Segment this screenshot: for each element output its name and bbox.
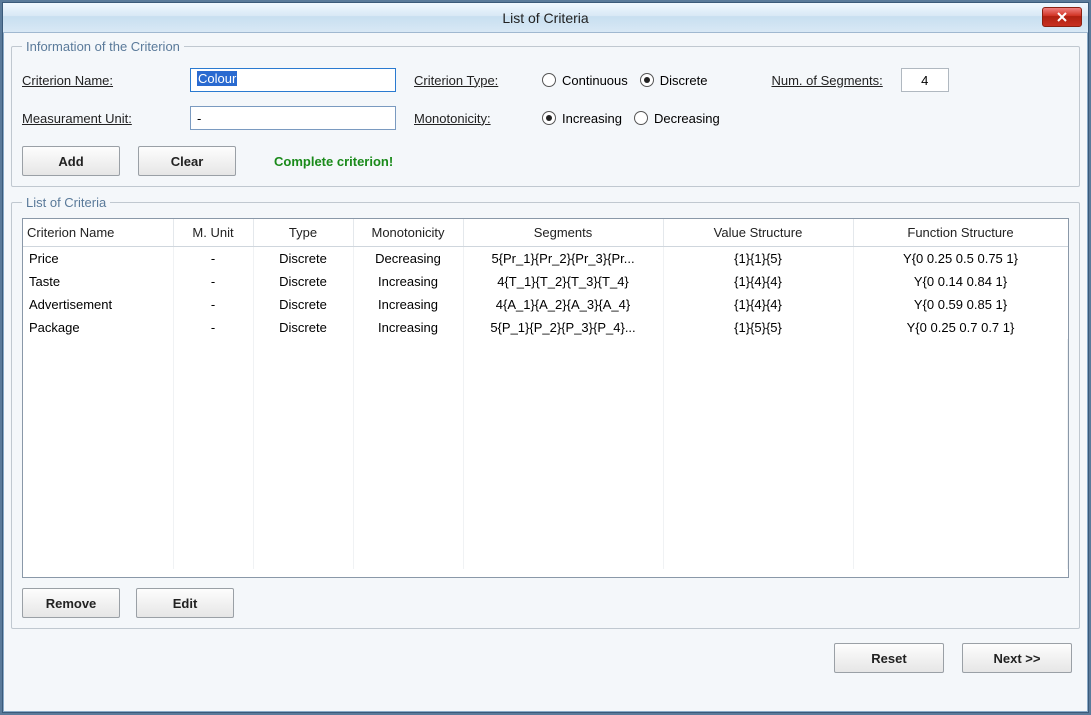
criterion-type-label: Criterion Type: [414, 73, 524, 88]
table-row-empty [23, 339, 1068, 362]
reset-button[interactable]: Reset [834, 643, 944, 673]
cell-mono: Increasing [353, 270, 463, 293]
radio-continuous-label: Continuous [562, 73, 628, 88]
table-row[interactable]: Taste-DiscreteIncreasing4{T_1}{T_2}{T_3}… [23, 270, 1068, 293]
cell-val: {1}{1}{5} [663, 247, 853, 271]
table-row-empty [23, 431, 1068, 454]
radio-discrete-label: Discrete [660, 73, 708, 88]
cell-func: Y{0 0.59 0.85 1} [853, 293, 1068, 316]
table-row-empty [23, 362, 1068, 385]
cell-unit: - [173, 247, 253, 271]
next-button[interactable]: Next >> [962, 643, 1072, 673]
close-icon [1057, 10, 1067, 25]
col-header-func[interactable]: Function Structure [853, 219, 1068, 247]
cell-name: Taste [23, 270, 173, 293]
cell-type: Discrete [253, 316, 353, 339]
criteria-table[interactable]: Criterion Name M. Unit Type Monotonicity… [23, 219, 1068, 569]
criterion-type-radios: Continuous Discrete [542, 73, 713, 88]
cell-unit: - [173, 270, 253, 293]
num-segments-field[interactable] [901, 68, 949, 92]
cell-unit: - [173, 293, 253, 316]
table-row[interactable]: Package-DiscreteIncreasing5{P_1}{P_2}{P_… [23, 316, 1068, 339]
list-legend: List of Criteria [22, 195, 110, 210]
cell-func: Y{0 0.25 0.5 0.75 1} [853, 247, 1068, 271]
clear-button[interactable]: Clear [138, 146, 236, 176]
radio-circle-icon [634, 111, 648, 125]
col-header-val[interactable]: Value Structure [663, 219, 853, 247]
table-row-empty [23, 546, 1068, 569]
col-header-unit[interactable]: M. Unit [173, 219, 253, 247]
monotonicity-radios: Increasing Decreasing [542, 111, 726, 126]
radio-decreasing[interactable]: Decreasing [634, 111, 720, 126]
cell-mono: Increasing [353, 293, 463, 316]
cell-mono: Increasing [353, 316, 463, 339]
criterion-name-label: Criterion Name: [22, 73, 172, 88]
info-legend: Information of the Criterion [22, 39, 184, 54]
col-header-type[interactable]: Type [253, 219, 353, 247]
status-text: Complete criterion! [274, 154, 393, 169]
cell-val: {1}{4}{4} [663, 293, 853, 316]
radio-circle-icon [542, 73, 556, 87]
radio-increasing-label: Increasing [562, 111, 622, 126]
edit-button[interactable]: Edit [136, 588, 234, 618]
table-row-empty [23, 500, 1068, 523]
criteria-table-wrap: Criterion Name M. Unit Type Monotonicity… [22, 218, 1069, 578]
measurement-unit-field[interactable] [190, 106, 396, 130]
col-header-seg[interactable]: Segments [463, 219, 663, 247]
cell-name: Price [23, 247, 173, 271]
criterion-name-value: Colour [197, 71, 237, 86]
col-header-mono[interactable]: Monotonicity [353, 219, 463, 247]
cell-seg: 5{P_1}{P_2}{P_3}{P_4}... [463, 316, 663, 339]
radio-discrete[interactable]: Discrete [640, 73, 708, 88]
cell-type: Discrete [253, 247, 353, 271]
add-button[interactable]: Add [22, 146, 120, 176]
cell-func: Y{0 0.25 0.7 0.7 1} [853, 316, 1068, 339]
table-row-empty [23, 477, 1068, 500]
radio-increasing[interactable]: Increasing [542, 111, 622, 126]
cell-seg: 4{T_1}{T_2}{T_3}{T_4} [463, 270, 663, 293]
cell-mono: Decreasing [353, 247, 463, 271]
list-groupbox: List of Criteria Criterion Name M. Unit … [11, 195, 1080, 629]
cell-val: {1}{5}{5} [663, 316, 853, 339]
footer-buttons: Reset Next >> [11, 637, 1080, 673]
cell-name: Advertisement [23, 293, 173, 316]
criterion-name-field[interactable]: Colour [190, 68, 396, 92]
close-button[interactable] [1042, 7, 1082, 27]
cell-val: {1}{4}{4} [663, 270, 853, 293]
measurement-unit-label: Measurament Unit: [22, 111, 172, 126]
cell-seg: 4{A_1}{A_2}{A_3}{A_4} [463, 293, 663, 316]
col-header-name[interactable]: Criterion Name [23, 219, 173, 247]
table-row[interactable]: Advertisement-DiscreteIncreasing4{A_1}{A… [23, 293, 1068, 316]
cell-seg: 5{Pr_1}{Pr_2}{Pr_3}{Pr... [463, 247, 663, 271]
radio-circle-icon [640, 73, 654, 87]
table-row-empty [23, 454, 1068, 477]
titlebar: List of Criteria [3, 3, 1088, 33]
window-title: List of Criteria [502, 10, 588, 26]
table-row-empty [23, 385, 1068, 408]
content-area: Information of the Criterion Criterion N… [3, 33, 1088, 681]
cell-name: Package [23, 316, 173, 339]
info-groupbox: Information of the Criterion Criterion N… [11, 39, 1080, 187]
cell-unit: - [173, 316, 253, 339]
radio-continuous[interactable]: Continuous [542, 73, 628, 88]
remove-button[interactable]: Remove [22, 588, 120, 618]
monotonicity-label: Monotonicity: [414, 111, 524, 126]
table-row[interactable]: Price-DiscreteDecreasing5{Pr_1}{Pr_2}{Pr… [23, 247, 1068, 271]
cell-func: Y{0 0.14 0.84 1} [853, 270, 1068, 293]
radio-decreasing-label: Decreasing [654, 111, 720, 126]
num-segments-label: Num. of Segments: [771, 73, 882, 88]
cell-type: Discrete [253, 270, 353, 293]
table-row-empty [23, 523, 1068, 546]
cell-type: Discrete [253, 293, 353, 316]
table-header-row: Criterion Name M. Unit Type Monotonicity… [23, 219, 1068, 247]
table-row-empty [23, 408, 1068, 431]
dialog-window: List of Criteria Information of the Crit… [2, 2, 1089, 713]
radio-circle-icon [542, 111, 556, 125]
